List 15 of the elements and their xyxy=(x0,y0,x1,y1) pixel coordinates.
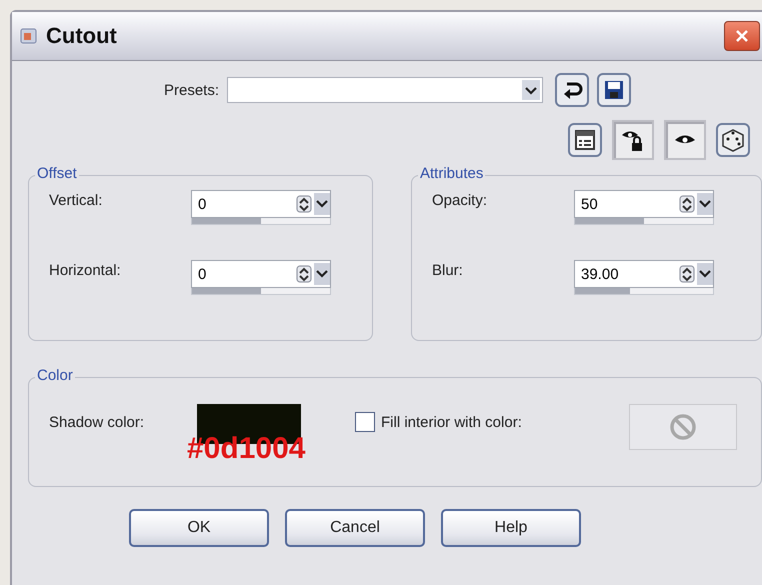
field-label: Blur: xyxy=(432,261,464,279)
dialog-button[interactable]: OK xyxy=(129,509,269,547)
dialog-button[interactable]: Help xyxy=(441,509,581,547)
dialog-button[interactable]: Cancel xyxy=(285,509,425,547)
window-title: Cutout xyxy=(46,23,118,49)
shadow-color-label: Shadow color: xyxy=(49,413,146,431)
number-field[interactable]: 39.00 xyxy=(574,260,714,288)
field-label: Horizontal: xyxy=(49,261,122,279)
number-field[interactable]: 0 xyxy=(191,260,331,288)
checkbox-label: Fill interior with color: xyxy=(381,414,522,430)
number-field[interactable]: 0 xyxy=(191,190,331,218)
number-field[interactable]: 50 xyxy=(574,190,714,218)
presets-label: Presets: xyxy=(164,82,220,98)
field-label: Opacity: xyxy=(432,191,488,209)
field-label: Vertical: xyxy=(49,191,104,209)
